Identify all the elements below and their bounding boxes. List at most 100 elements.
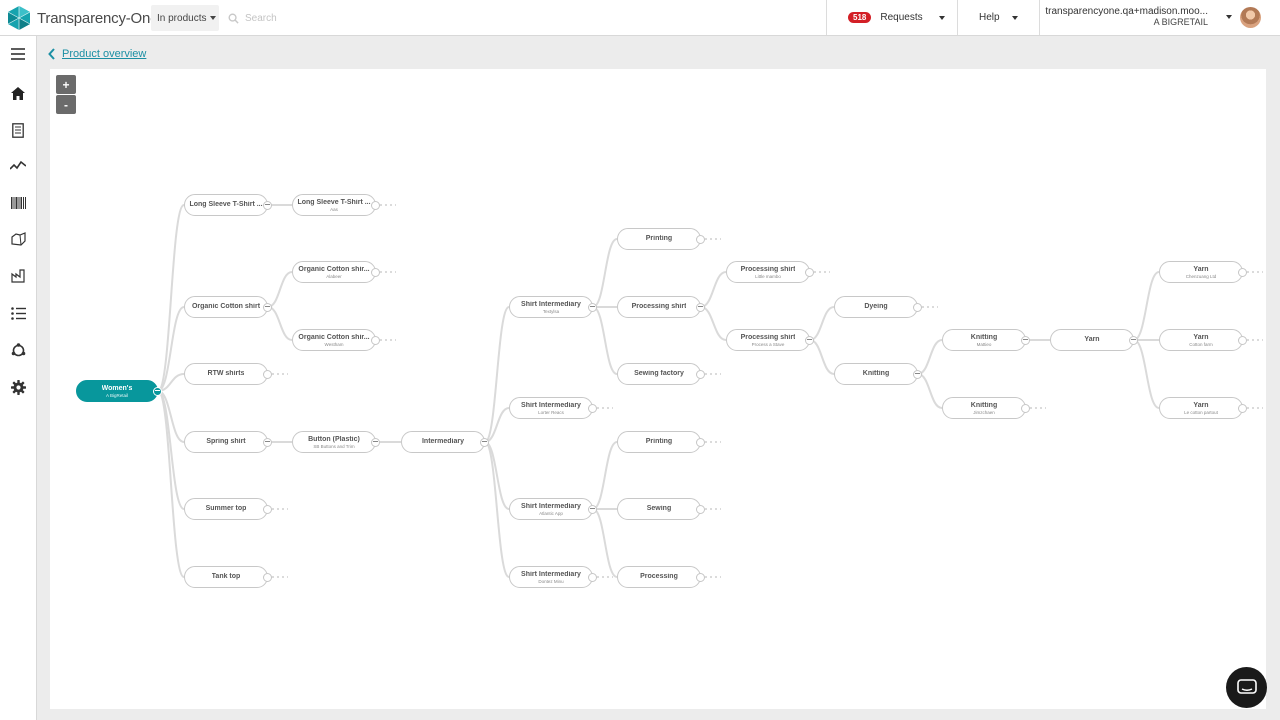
user-menu[interactable]: transparencyone.qa+madison.moo... A BIGR… [1039,0,1280,35]
expand-toggle[interactable] [588,572,597,582]
tree-node-supplier: SB Buttons and Trim [313,443,355,449]
barcode-icon[interactable] [9,194,27,212]
document-icon[interactable] [9,121,27,139]
avatar[interactable] [1240,7,1261,28]
tree-node[interactable]: Shirt Intermediary Lorter Reacs [509,397,593,419]
expand-toggle[interactable] [371,267,380,277]
tree-node[interactable]: Dyeing [834,296,918,318]
expand-toggle[interactable] [263,369,272,379]
list-icon[interactable] [9,304,27,322]
expand-toggle[interactable] [263,572,272,582]
activity-icon[interactable] [9,157,27,175]
expand-toggle[interactable] [696,504,705,514]
expand-toggle[interactable] [913,302,922,312]
tree-node-supplier: Le cotton partout [1184,409,1218,415]
expand-toggle[interactable] [696,572,705,582]
menu-icon[interactable] [9,45,27,63]
product-overview-link[interactable]: Product overview [62,48,146,60]
tree-node[interactable]: Intermediary [401,431,485,453]
tree-node[interactable]: Processing shirt Little mambo [726,261,810,283]
collapse-toggle[interactable] [153,386,162,396]
tree-node[interactable]: Sewing factory [617,363,701,385]
expand-toggle[interactable] [696,437,705,447]
tree-node-name: Button (Plastic) [308,435,360,443]
collapse-toggle[interactable] [588,302,597,312]
tree-node-name: Long Sleeve T-Shirt ... [189,201,263,208]
collapse-toggle[interactable] [588,504,597,514]
tree-node[interactable]: Processing shirt Process a Stave [726,329,810,351]
tree-node[interactable]: Yarn Le cotton partout [1159,397,1243,419]
user-info: transparencyone.qa+madison.moo... A BIGR… [1045,6,1208,28]
tree-node[interactable]: Button (Plastic) SB Buttons and Trim [292,431,376,453]
tree-node[interactable]: Printing [617,228,701,250]
tree-node-name: RTW shirts [207,370,245,377]
collapse-toggle[interactable] [913,369,922,379]
tree-node[interactable]: Knitting Mattieo [942,329,1026,351]
tree-root-node[interactable]: Women's A BigRetail [76,380,158,402]
app-logo[interactable]: Transparency-One [6,5,159,31]
tree-node[interactable]: Organic Cotton shirt [184,296,268,318]
tree-node[interactable]: Shirt Intermediary Textylsa [509,296,593,318]
tree-node-supplier: Mattieo [976,341,992,347]
tree-node[interactable]: Knitting Jimzchaen [942,397,1026,419]
tree-node-name: Processing [640,573,678,580]
collapse-toggle[interactable] [1129,335,1138,345]
factory-icon[interactable] [9,267,27,285]
tree-node[interactable]: Organic Cotton shir... Westham [292,329,376,351]
expand-toggle[interactable] [371,335,380,345]
expand-toggle[interactable] [1238,403,1247,413]
tree-link [592,441,618,510]
product-tree-canvas[interactable]: + - Women's A BigRetail Long Sleeve T-Shir… [50,69,1266,709]
expand-toggle[interactable] [696,234,705,244]
tree-node-name: Yarn [1193,333,1209,341]
tree-node-name: Sewing [646,505,672,512]
collapse-toggle[interactable] [263,302,272,312]
products-icon[interactable] [9,230,27,248]
collapse-toggle[interactable] [263,200,272,210]
chevron-left-icon[interactable] [48,48,56,60]
tree-node[interactable]: Long Sleeve T-Shirt ... [184,194,268,216]
home-icon[interactable] [9,84,27,102]
expand-toggle[interactable] [263,504,272,514]
tree-node[interactable]: Shirt Intermediary Dontez Minu [509,566,593,588]
requests-menu[interactable]: 518 Requests [826,0,957,35]
tree-node[interactable]: Summer top [184,498,268,520]
expand-toggle[interactable] [371,200,380,210]
collapse-toggle[interactable] [1021,335,1030,345]
tree-node[interactable]: Yarn Cotton farm [1159,329,1243,351]
tree-node[interactable]: Processing shirt [617,296,701,318]
tree-node[interactable]: Printing [617,431,701,453]
expand-toggle[interactable] [1238,267,1247,277]
gear-icon[interactable] [9,378,27,396]
tree-node[interactable]: Spring shirt [184,431,268,453]
expand-toggle[interactable] [1238,335,1247,345]
tree-node[interactable]: RTW shirts [184,363,268,385]
collapse-toggle[interactable] [263,437,272,447]
collapse-toggle[interactable] [480,437,489,447]
tree-node[interactable]: Organic Cotton shir... Alabeer [292,261,376,283]
expand-toggle[interactable] [1021,403,1030,413]
collapse-toggle[interactable] [696,302,705,312]
collapse-toggle[interactable] [805,335,814,345]
network-icon[interactable] [9,341,27,359]
tree-node[interactable]: Shirt Intermediary Atlantic App [509,498,593,520]
expand-toggle[interactable] [588,403,597,413]
tree-node[interactable]: Yarn Chenzuang Ltd [1159,261,1243,283]
search-input[interactable] [245,12,485,24]
expand-toggle[interactable] [696,369,705,379]
tree-node-supplier: Atlantic App [539,510,563,516]
help-menu[interactable]: Help [957,0,1039,35]
collapse-toggle[interactable] [371,437,380,447]
tree-node[interactable]: Processing [617,566,701,588]
chat-button[interactable] [1226,667,1267,708]
help-label: Help [979,12,1000,23]
tree-node[interactable]: Yarn [1050,329,1134,351]
tree-node[interactable]: Knitting [834,363,918,385]
tree-node[interactable]: Sewing [617,498,701,520]
search-scope-select[interactable]: In products [151,5,219,31]
tree-node[interactable]: Long Sleeve T-Shirt ... Aas [292,194,376,216]
expand-toggle[interactable] [805,267,814,277]
tree-node-name: Printing [645,438,673,445]
tree-node-name: Long Sleeve T-Shirt ... [297,198,371,206]
tree-node[interactable]: Tank top [184,566,268,588]
